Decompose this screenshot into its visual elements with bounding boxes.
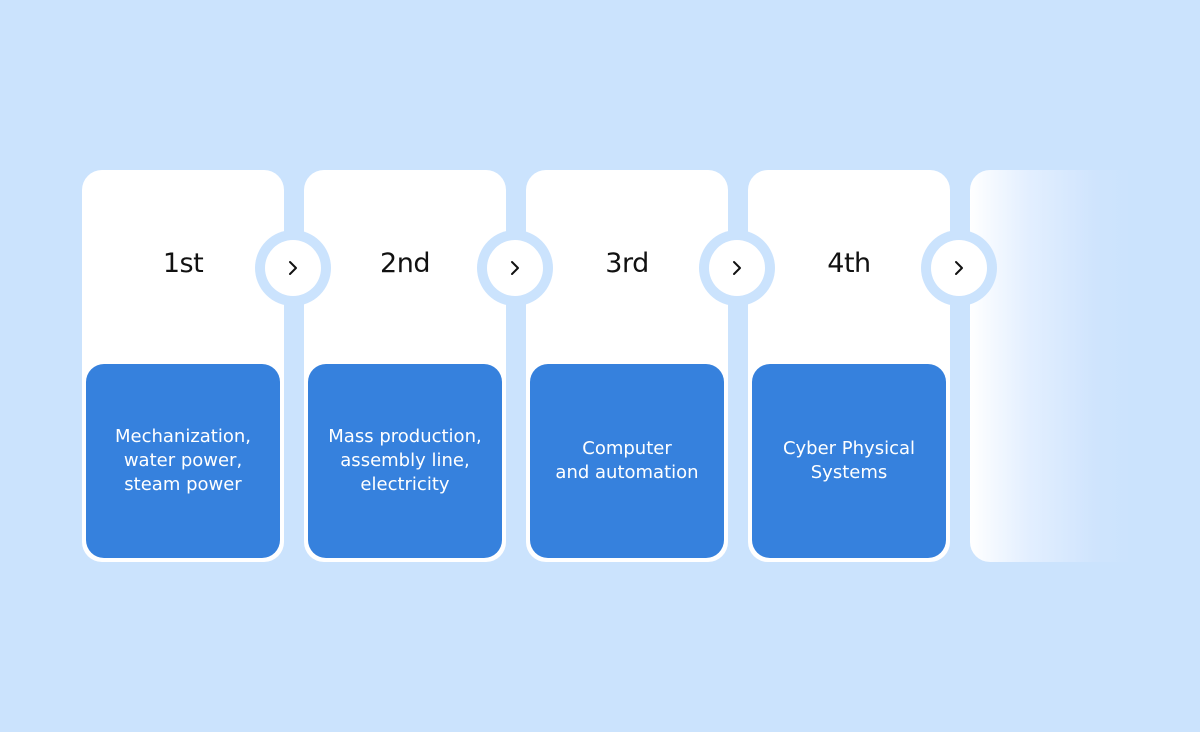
connector-4 (921, 230, 997, 306)
connector-3 (699, 230, 775, 306)
chevron-right-icon (511, 261, 519, 275)
stage-description: Cyber Physical Systems (752, 364, 946, 558)
stage-card-1: 1st Mechanization, water power, steam po… (82, 170, 284, 562)
chevron-right-icon (733, 261, 741, 275)
stage-ordinal: 4th (827, 248, 871, 279)
chevron-right-icon (955, 261, 963, 275)
connector-1 (255, 230, 331, 306)
stage-ordinal: 3rd (605, 248, 649, 279)
stage-card-2: 2nd Mass production, assembly line, elec… (304, 170, 506, 562)
chevron-right-icon (289, 261, 297, 275)
stage-card-4: 4th Cyber Physical Systems (748, 170, 950, 562)
stage-description: Mechanization, water power, steam power (86, 364, 280, 558)
stage-card-3: 3rd Computer and automation (526, 170, 728, 562)
next-stage-placeholder-card (970, 170, 1200, 562)
stage-description: Computer and automation (530, 364, 724, 558)
stage-description: Mass production, assembly line, electric… (308, 364, 502, 558)
timeline-diagram: 1st Mechanization, water power, steam po… (0, 0, 1200, 732)
connector-2 (477, 230, 553, 306)
stage-ordinal: 1st (162, 248, 204, 279)
stage-ordinal: 2nd (380, 248, 430, 279)
